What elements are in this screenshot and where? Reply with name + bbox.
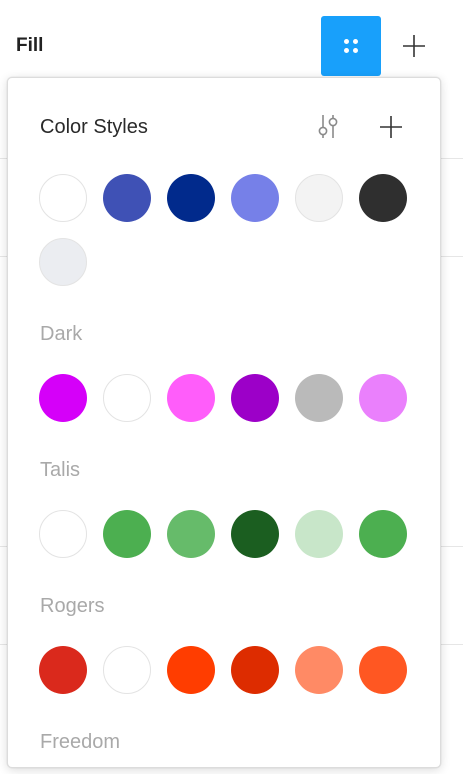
group-label-rogers: Rogers: [40, 595, 105, 617]
color-swatch[interactable]: [295, 646, 343, 694]
sliders-icon: [318, 115, 338, 138]
color-swatch[interactable]: [167, 374, 215, 422]
fill-section-header: Fill: [0, 0, 463, 78]
style-settings-button[interactable]: [314, 112, 342, 142]
color-swatch[interactable]: [103, 646, 151, 694]
color-swatch[interactable]: [167, 174, 215, 222]
color-swatch[interactable]: [295, 510, 343, 558]
create-style-button[interactable]: [377, 113, 405, 141]
color-swatch[interactable]: [231, 374, 279, 422]
color-swatch[interactable]: [39, 646, 87, 694]
talis-swatch-grid: [39, 510, 409, 558]
color-swatch[interactable]: [295, 174, 343, 222]
color-swatch[interactable]: [295, 374, 343, 422]
color-swatch[interactable]: [39, 174, 87, 222]
color-swatch[interactable]: [39, 238, 87, 286]
color-swatch[interactable]: [359, 510, 407, 558]
group-label-talis: Talis: [40, 459, 81, 481]
style-picker-button[interactable]: [321, 16, 381, 76]
color-swatch[interactable]: [167, 646, 215, 694]
color-swatch[interactable]: [39, 510, 87, 558]
color-styles-popover: Color Styles Dark Talis Rogers Freedom: [7, 77, 441, 768]
color-swatch[interactable]: [359, 174, 407, 222]
plus-icon: [380, 116, 402, 138]
color-swatch[interactable]: [359, 646, 407, 694]
fill-section-title: Fill: [16, 35, 44, 56]
color-swatch[interactable]: [231, 510, 279, 558]
style-grid-icon: [344, 39, 358, 53]
color-swatch[interactable]: [103, 510, 151, 558]
color-swatch[interactable]: [231, 174, 279, 222]
color-swatch[interactable]: [39, 374, 87, 422]
color-swatch[interactable]: [359, 374, 407, 422]
color-swatch[interactable]: [167, 510, 215, 558]
group-label-freedom: Freedom: [40, 731, 121, 753]
group-label-dark: Dark: [40, 323, 83, 345]
add-fill-button[interactable]: [399, 31, 429, 61]
dark-swatch-grid: [39, 374, 409, 422]
plus-icon: [403, 35, 425, 57]
popover-title: Color Styles: [40, 116, 148, 138]
color-swatch[interactable]: [103, 174, 151, 222]
color-swatch[interactable]: [231, 646, 279, 694]
color-swatch[interactable]: [103, 374, 151, 422]
rogers-swatch-grid: [39, 646, 409, 694]
ungrouped-swatch-grid: [39, 174, 409, 286]
